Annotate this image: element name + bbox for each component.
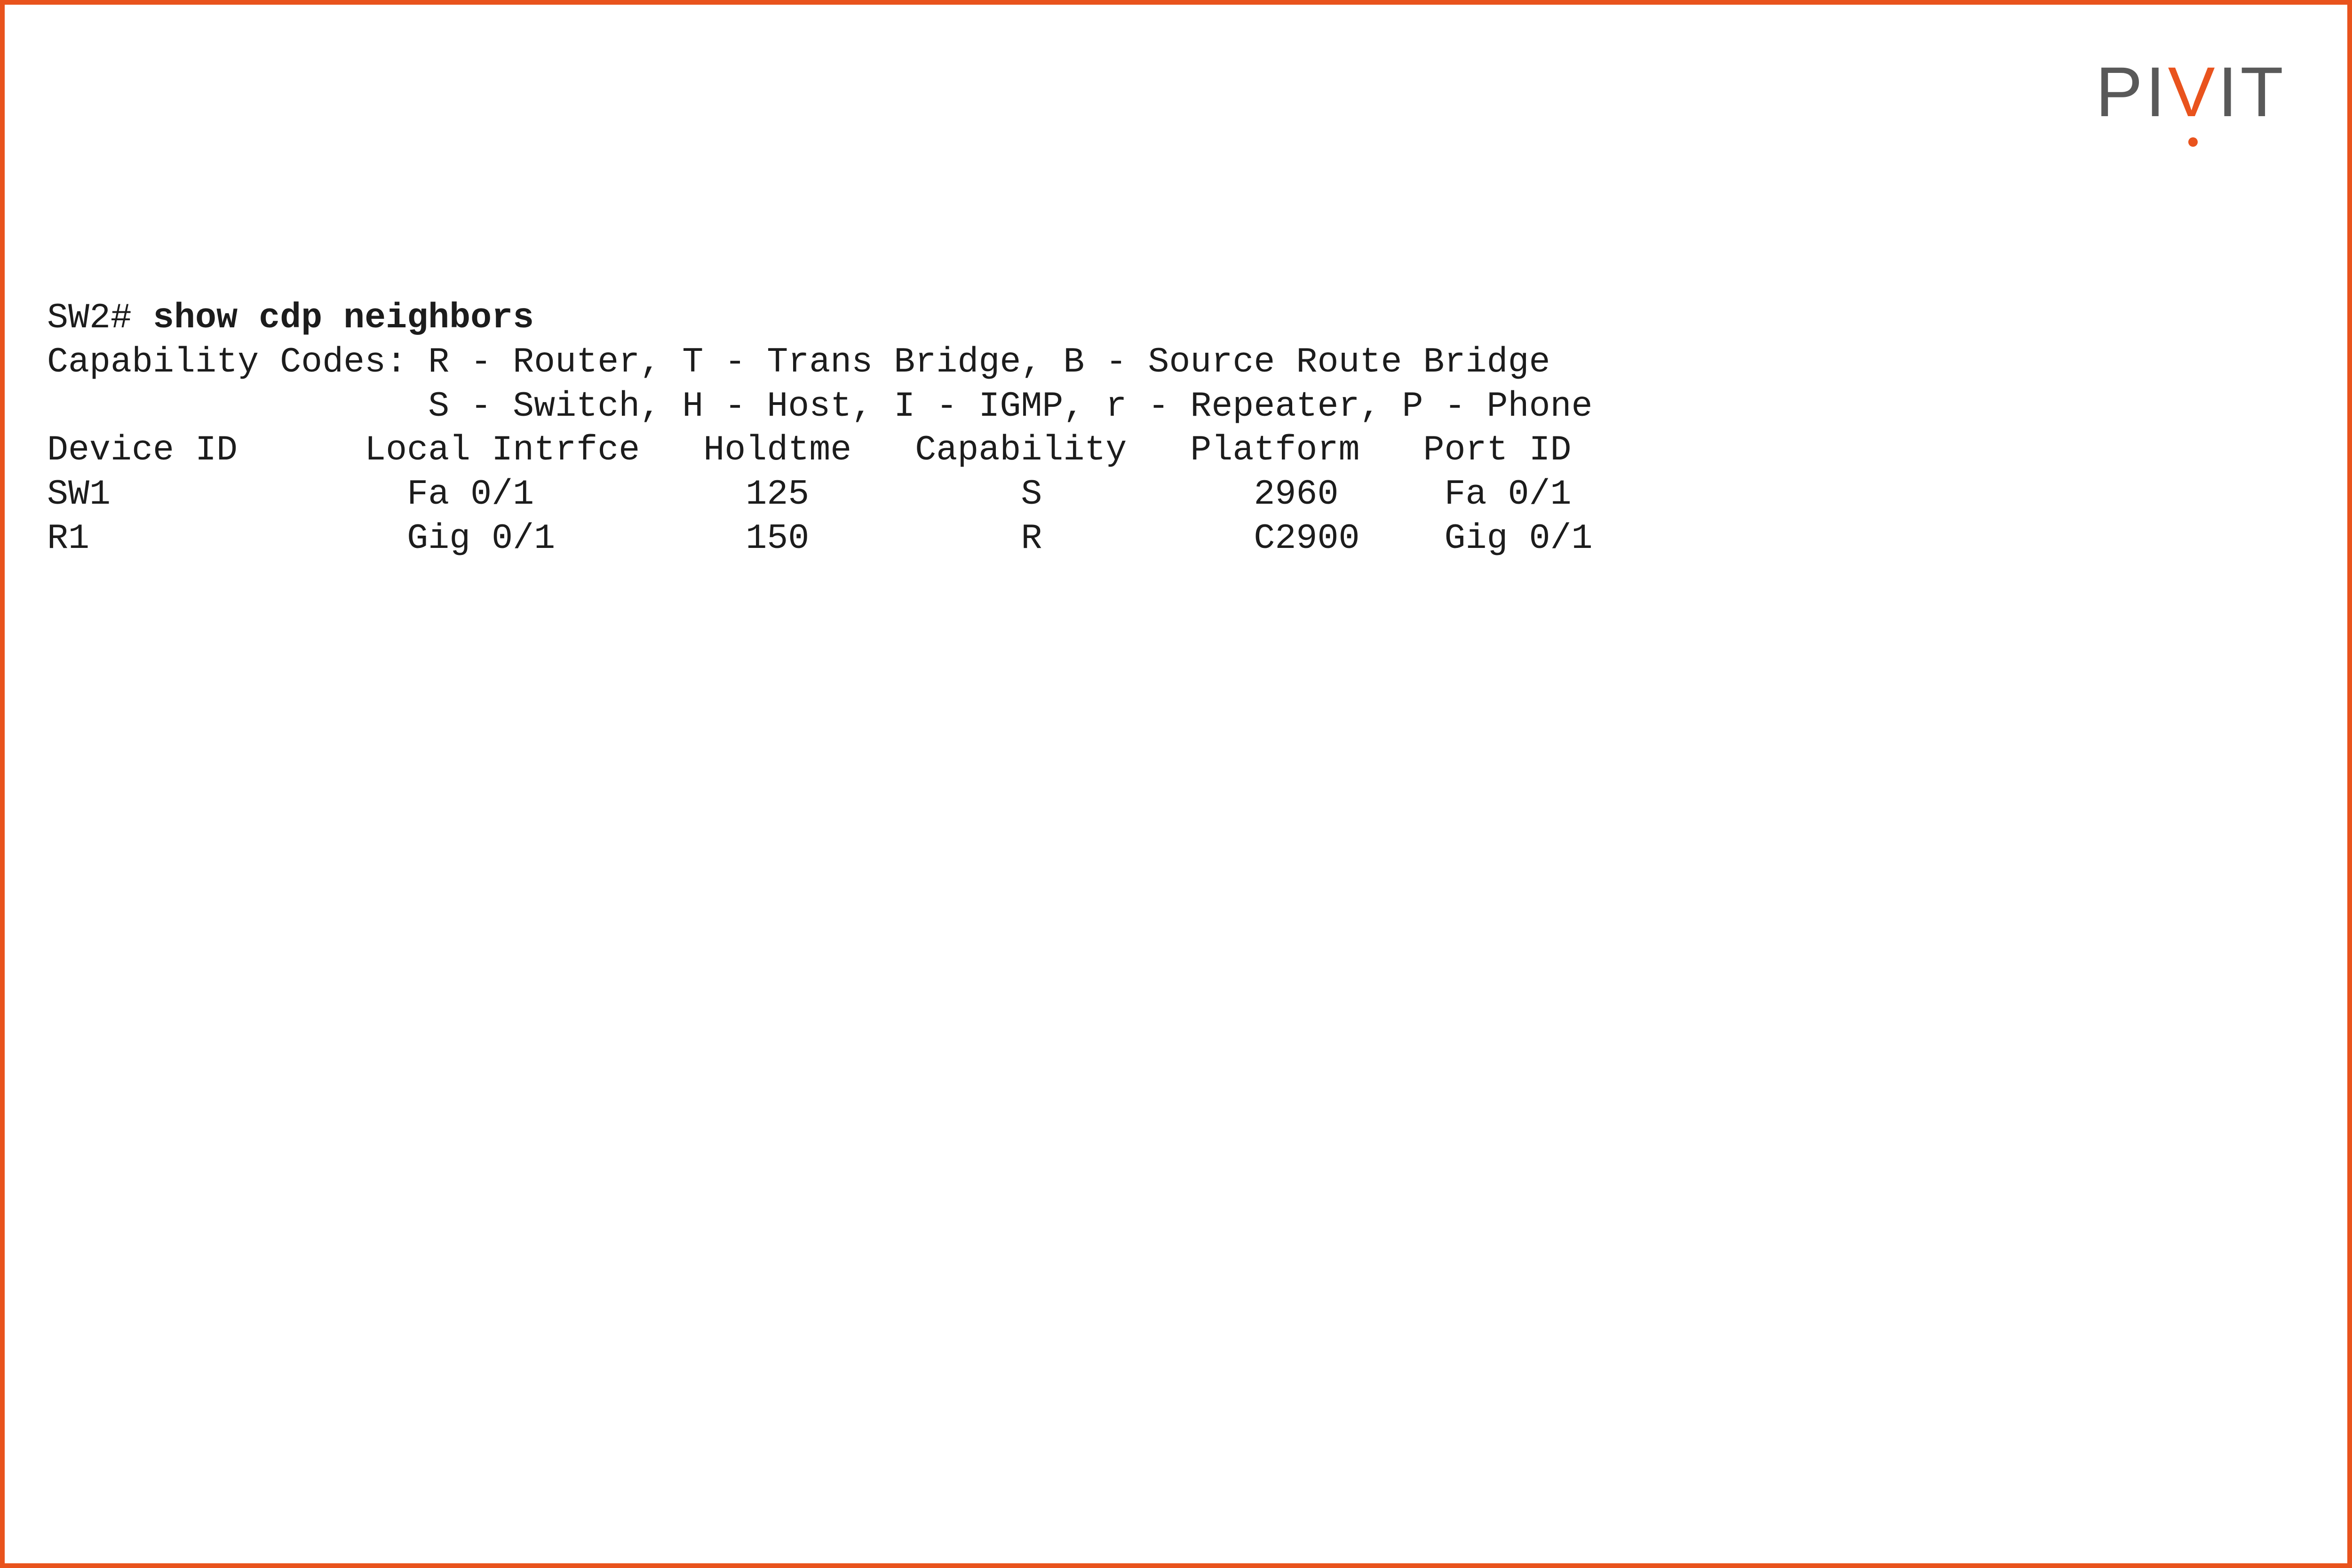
table-row: SW1 Fa 0/1 125 S 2960 Fa 0/1 xyxy=(47,475,1572,515)
logo-accent-letter: V xyxy=(2168,56,2218,127)
table-header: Device ID Local Intrfce Holdtme Capabili… xyxy=(47,430,1572,470)
logo-text-right: IT xyxy=(2218,56,2286,127)
capability-codes-line-1: Capability Codes: R - Router, T - Trans … xyxy=(47,342,1550,382)
brand-logo: PIVIT xyxy=(2096,56,2286,127)
logo-text-left: PI xyxy=(2096,56,2168,127)
cli-command: show cdp neighbors xyxy=(153,298,534,338)
terminal-output: SW2# show cdp neighbors Capability Codes… xyxy=(47,296,2305,561)
table-row: R1 Gig 0/1 150 R C2900 Gig 0/1 xyxy=(47,519,1593,559)
bordered-frame: PIVIT SW2# show cdp neighbors Capability… xyxy=(0,0,2352,1568)
cli-prompt: SW2# xyxy=(47,298,153,338)
capability-codes-line-2: S - Switch, H - Host, I - IGMP, r - Repe… xyxy=(47,387,1593,427)
